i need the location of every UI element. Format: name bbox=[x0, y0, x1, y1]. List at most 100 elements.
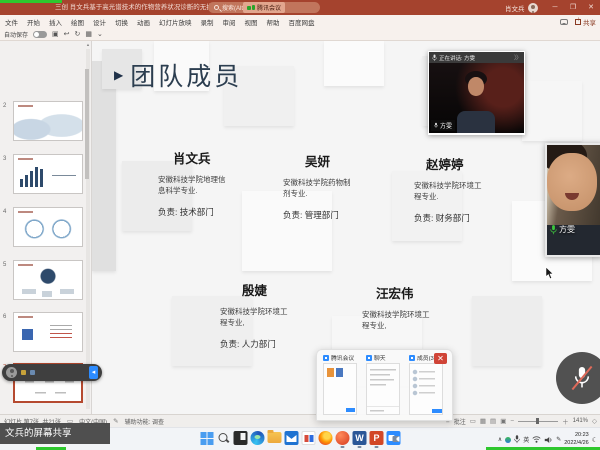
member-block-4[interactable]: 殷婕 安徽科技学院环境工程专业, 负责: 人力部门 bbox=[220, 280, 290, 350]
scrollbar-thumb[interactable] bbox=[85, 69, 89, 179]
wifi-icon[interactable] bbox=[532, 436, 541, 443]
preview-window-chat[interactable]: 聊天 bbox=[366, 353, 400, 415]
account-area[interactable]: 肖文兵 bbox=[505, 0, 538, 15]
file-explorer-icon[interactable] bbox=[268, 432, 282, 443]
slide-number: 5 bbox=[3, 262, 11, 268]
video-feed: 方雯 bbox=[429, 63, 524, 133]
tab-draw[interactable]: 绘图 bbox=[71, 17, 84, 27]
tab-baidu-netdisk[interactable]: 百度网盘 bbox=[289, 17, 315, 27]
panel-scrollbar[interactable] bbox=[86, 49, 90, 409]
focus-assist-icon[interactable]: ☾ bbox=[592, 436, 598, 444]
firefox-browser-icon[interactable] bbox=[319, 431, 333, 445]
notes-button[interactable]: 批注 bbox=[454, 417, 466, 426]
slide-title-block[interactable]: ▶ 团队成员 bbox=[114, 57, 242, 93]
screen-share-border-top bbox=[0, 0, 62, 3]
thumbnail-preview bbox=[14, 102, 82, 140]
share-button[interactable]: 共享 bbox=[575, 17, 596, 27]
tab-transitions[interactable]: 切换 bbox=[115, 17, 128, 27]
slideshow-icon[interactable]: ▣ bbox=[500, 417, 506, 425]
tencent-meeting-app-icon[interactable] bbox=[387, 431, 401, 445]
zoom-out-icon[interactable]: − bbox=[510, 418, 514, 425]
tray-security-icon[interactable] bbox=[505, 437, 511, 443]
member-role: 负责: 技术部门 bbox=[158, 206, 228, 218]
slide-sorter-icon[interactable]: ▦ bbox=[480, 417, 486, 425]
ppt-titlebar: 三创 肖文兵基于高光谱技术的作物营养状况诊断的无损检测系统 • 搜索(Alt+Q… bbox=[0, 0, 600, 15]
preview-thumbnail[interactable] bbox=[409, 363, 443, 415]
tray-mic-icon[interactable] bbox=[514, 435, 520, 444]
input-language[interactable]: 英 bbox=[523, 435, 529, 444]
scrollbar-up-arrow[interactable]: ▲ bbox=[85, 41, 91, 48]
tab-animations[interactable]: 动画 bbox=[137, 17, 150, 27]
preview-window-meeting[interactable]: 腾讯会议 bbox=[323, 353, 357, 415]
member-desc: 安徽科技学院药物制剂专业. bbox=[283, 178, 353, 200]
minimize-button[interactable]: ─ bbox=[546, 0, 564, 15]
preview-close-button[interactable]: ✕ bbox=[434, 353, 447, 364]
tab-help[interactable]: 帮助 bbox=[267, 17, 280, 27]
pen-icon[interactable]: ✎ bbox=[556, 436, 561, 443]
member-name: 殷婕 bbox=[220, 280, 290, 299]
slide-thumbnail-6[interactable] bbox=[13, 312, 83, 352]
mic-muted-icon bbox=[574, 367, 590, 389]
member-name: 吴妍 bbox=[283, 151, 353, 170]
word-app-icon[interactable]: W bbox=[353, 431, 367, 445]
preview-thumbnail[interactable] bbox=[366, 363, 400, 415]
fit-to-window-icon[interactable]: ◇ bbox=[592, 417, 597, 425]
tab-home[interactable]: 开始 bbox=[27, 17, 40, 27]
slide-thumbnail-3[interactable] bbox=[13, 154, 83, 194]
docs-app-icon[interactable] bbox=[302, 431, 316, 445]
orange-app-icon[interactable] bbox=[336, 431, 350, 445]
zoom-in-icon[interactable]: ＋ bbox=[562, 416, 569, 426]
member-desc: 安徽科技学院环境工程专业, bbox=[362, 310, 432, 332]
slide-thumbnail-5[interactable] bbox=[13, 260, 83, 300]
title-arrow-icon: ▶ bbox=[114, 69, 123, 81]
meeting-status-chip[interactable]: 腾讯会议 bbox=[243, 2, 285, 13]
grid-icon[interactable]: ▦ bbox=[85, 28, 92, 41]
collapse-chevron-icon[interactable]: ◂ bbox=[89, 366, 98, 379]
qat-dropdown-icon[interactable]: ⌄ bbox=[97, 28, 103, 41]
meeting-float-bar[interactable]: ◂ bbox=[2, 364, 102, 381]
tab-file[interactable]: 文件 bbox=[5, 17, 18, 27]
mouse-cursor bbox=[545, 266, 555, 281]
tab-review[interactable]: 审阅 bbox=[223, 17, 236, 27]
tab-slideshow[interactable]: 幻灯片放映 bbox=[159, 17, 192, 27]
slide-thumbnail-4[interactable] bbox=[13, 207, 83, 247]
thumbnail-preview bbox=[14, 208, 82, 246]
powerpoint-app-icon[interactable]: P bbox=[370, 431, 384, 445]
autosave-toggle[interactable] bbox=[33, 31, 47, 38]
accessibility-status[interactable]: 辅助功能: 调查 bbox=[125, 417, 164, 426]
comments-icon[interactable] bbox=[560, 19, 568, 25]
member-block-1[interactable]: 肖文兵 安徽科技学院地理信息科学专业. 负责: 技术部门 bbox=[158, 148, 228, 218]
zoom-slider[interactable] bbox=[518, 421, 558, 422]
volume-icon[interactable] bbox=[544, 436, 553, 444]
tray-expand-icon[interactable]: ∧ bbox=[498, 436, 502, 443]
save-icon[interactable]: ▣ bbox=[52, 28, 59, 41]
normal-view-icon[interactable]: ▭ bbox=[470, 417, 476, 425]
tab-insert[interactable]: 插入 bbox=[49, 17, 62, 27]
member-block-3[interactable]: 赵婷婷 安徽科技学院环境工程专业. 负责: 财务部门 bbox=[414, 154, 484, 224]
close-button[interactable]: ✕ bbox=[582, 0, 600, 15]
notepad-app-icon[interactable] bbox=[234, 431, 248, 445]
tray-clock[interactable]: 20:23 2022/4/26 bbox=[564, 432, 588, 446]
meeting-logo-icon: 〉〉 bbox=[514, 53, 521, 62]
redo-icon[interactable]: ↻ bbox=[75, 28, 81, 41]
unmute-button[interactable] bbox=[556, 352, 600, 404]
participant-name-badge: 方雯 bbox=[550, 224, 575, 235]
maximize-button[interactable]: ❐ bbox=[564, 0, 582, 15]
tab-view[interactable]: 视图 bbox=[245, 17, 258, 27]
member-block-2[interactable]: 吴妍 安徽科技学院药物制剂专业. 负责: 管理部门 bbox=[283, 151, 353, 221]
zoom-level[interactable]: 141% bbox=[573, 418, 588, 424]
slide-thumbnail-2[interactable] bbox=[13, 101, 83, 141]
mail-app-icon[interactable] bbox=[285, 431, 299, 445]
meeting-video-window-side[interactable]: 方雯 bbox=[545, 143, 600, 257]
member-block-5[interactable]: 汪宏伟 安徽科技学院环境工程专业, bbox=[362, 283, 432, 332]
start-button-icon[interactable] bbox=[200, 431, 214, 445]
reading-view-icon[interactable]: ▤ bbox=[490, 417, 496, 425]
preview-thumbnail[interactable] bbox=[323, 363, 357, 415]
taskbar-search-icon[interactable] bbox=[217, 431, 231, 445]
member-name: 肖文兵 bbox=[158, 148, 228, 167]
edge-browser-icon[interactable] bbox=[251, 431, 265, 445]
tab-design[interactable]: 设计 bbox=[93, 17, 106, 27]
meeting-video-window[interactable]: 正在讲话: 方雯 〉〉 方雯 bbox=[428, 51, 525, 135]
tab-record[interactable]: 录制 bbox=[201, 17, 214, 27]
undo-icon[interactable]: ↩ bbox=[64, 28, 70, 41]
